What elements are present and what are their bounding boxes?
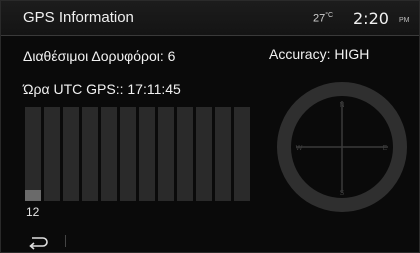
footer-bar <box>1 229 419 252</box>
signal-bar-label: 12 <box>26 205 40 219</box>
footer-divider <box>65 235 66 247</box>
signal-bar <box>177 107 193 201</box>
clock-ampm: PM <box>399 17 410 24</box>
compass-north-label: N <box>339 102 344 109</box>
signal-bar <box>44 107 60 201</box>
back-arrow-icon[interactable] <box>27 234 49 250</box>
signal-bar <box>139 107 155 201</box>
compass-west-label: W <box>296 145 303 152</box>
signal-bar <box>63 107 79 201</box>
signal-bar <box>25 107 41 201</box>
gps-utc-time: Ώρα UTC GPS:: 17:11:45 <box>23 81 181 97</box>
clock-time: 2:20 <box>353 9 389 28</box>
signal-bar-fill <box>25 189 41 201</box>
temperature-unit: °C <box>325 12 334 19</box>
compass-east-label: E <box>383 145 388 152</box>
signal-bar <box>196 107 212 201</box>
signal-bar <box>82 107 98 201</box>
accuracy-status: Accuracy: HIGH <box>269 46 370 62</box>
signal-bar <box>158 107 174 201</box>
gps-information-screen: GPS Information 27°C 2:20 PM Διαθέσιμοι … <box>0 0 420 253</box>
satellite-compass: N S E W <box>277 82 407 212</box>
signal-bar <box>120 107 136 201</box>
temperature-readout: 27°C <box>313 12 333 25</box>
signal-bar <box>101 107 117 201</box>
page-title: GPS Information <box>23 9 134 26</box>
signal-bar <box>234 107 250 201</box>
temperature-value: 27 <box>313 12 326 25</box>
available-satellites: Διαθέσιμοι Δορυφόροι: 6 <box>23 48 176 64</box>
signal-bar <box>215 107 231 201</box>
header-bar: GPS Information 27°C 2:20 PM <box>1 1 419 36</box>
compass-south-label: S <box>340 190 345 197</box>
satellite-signal-bars <box>25 107 255 201</box>
